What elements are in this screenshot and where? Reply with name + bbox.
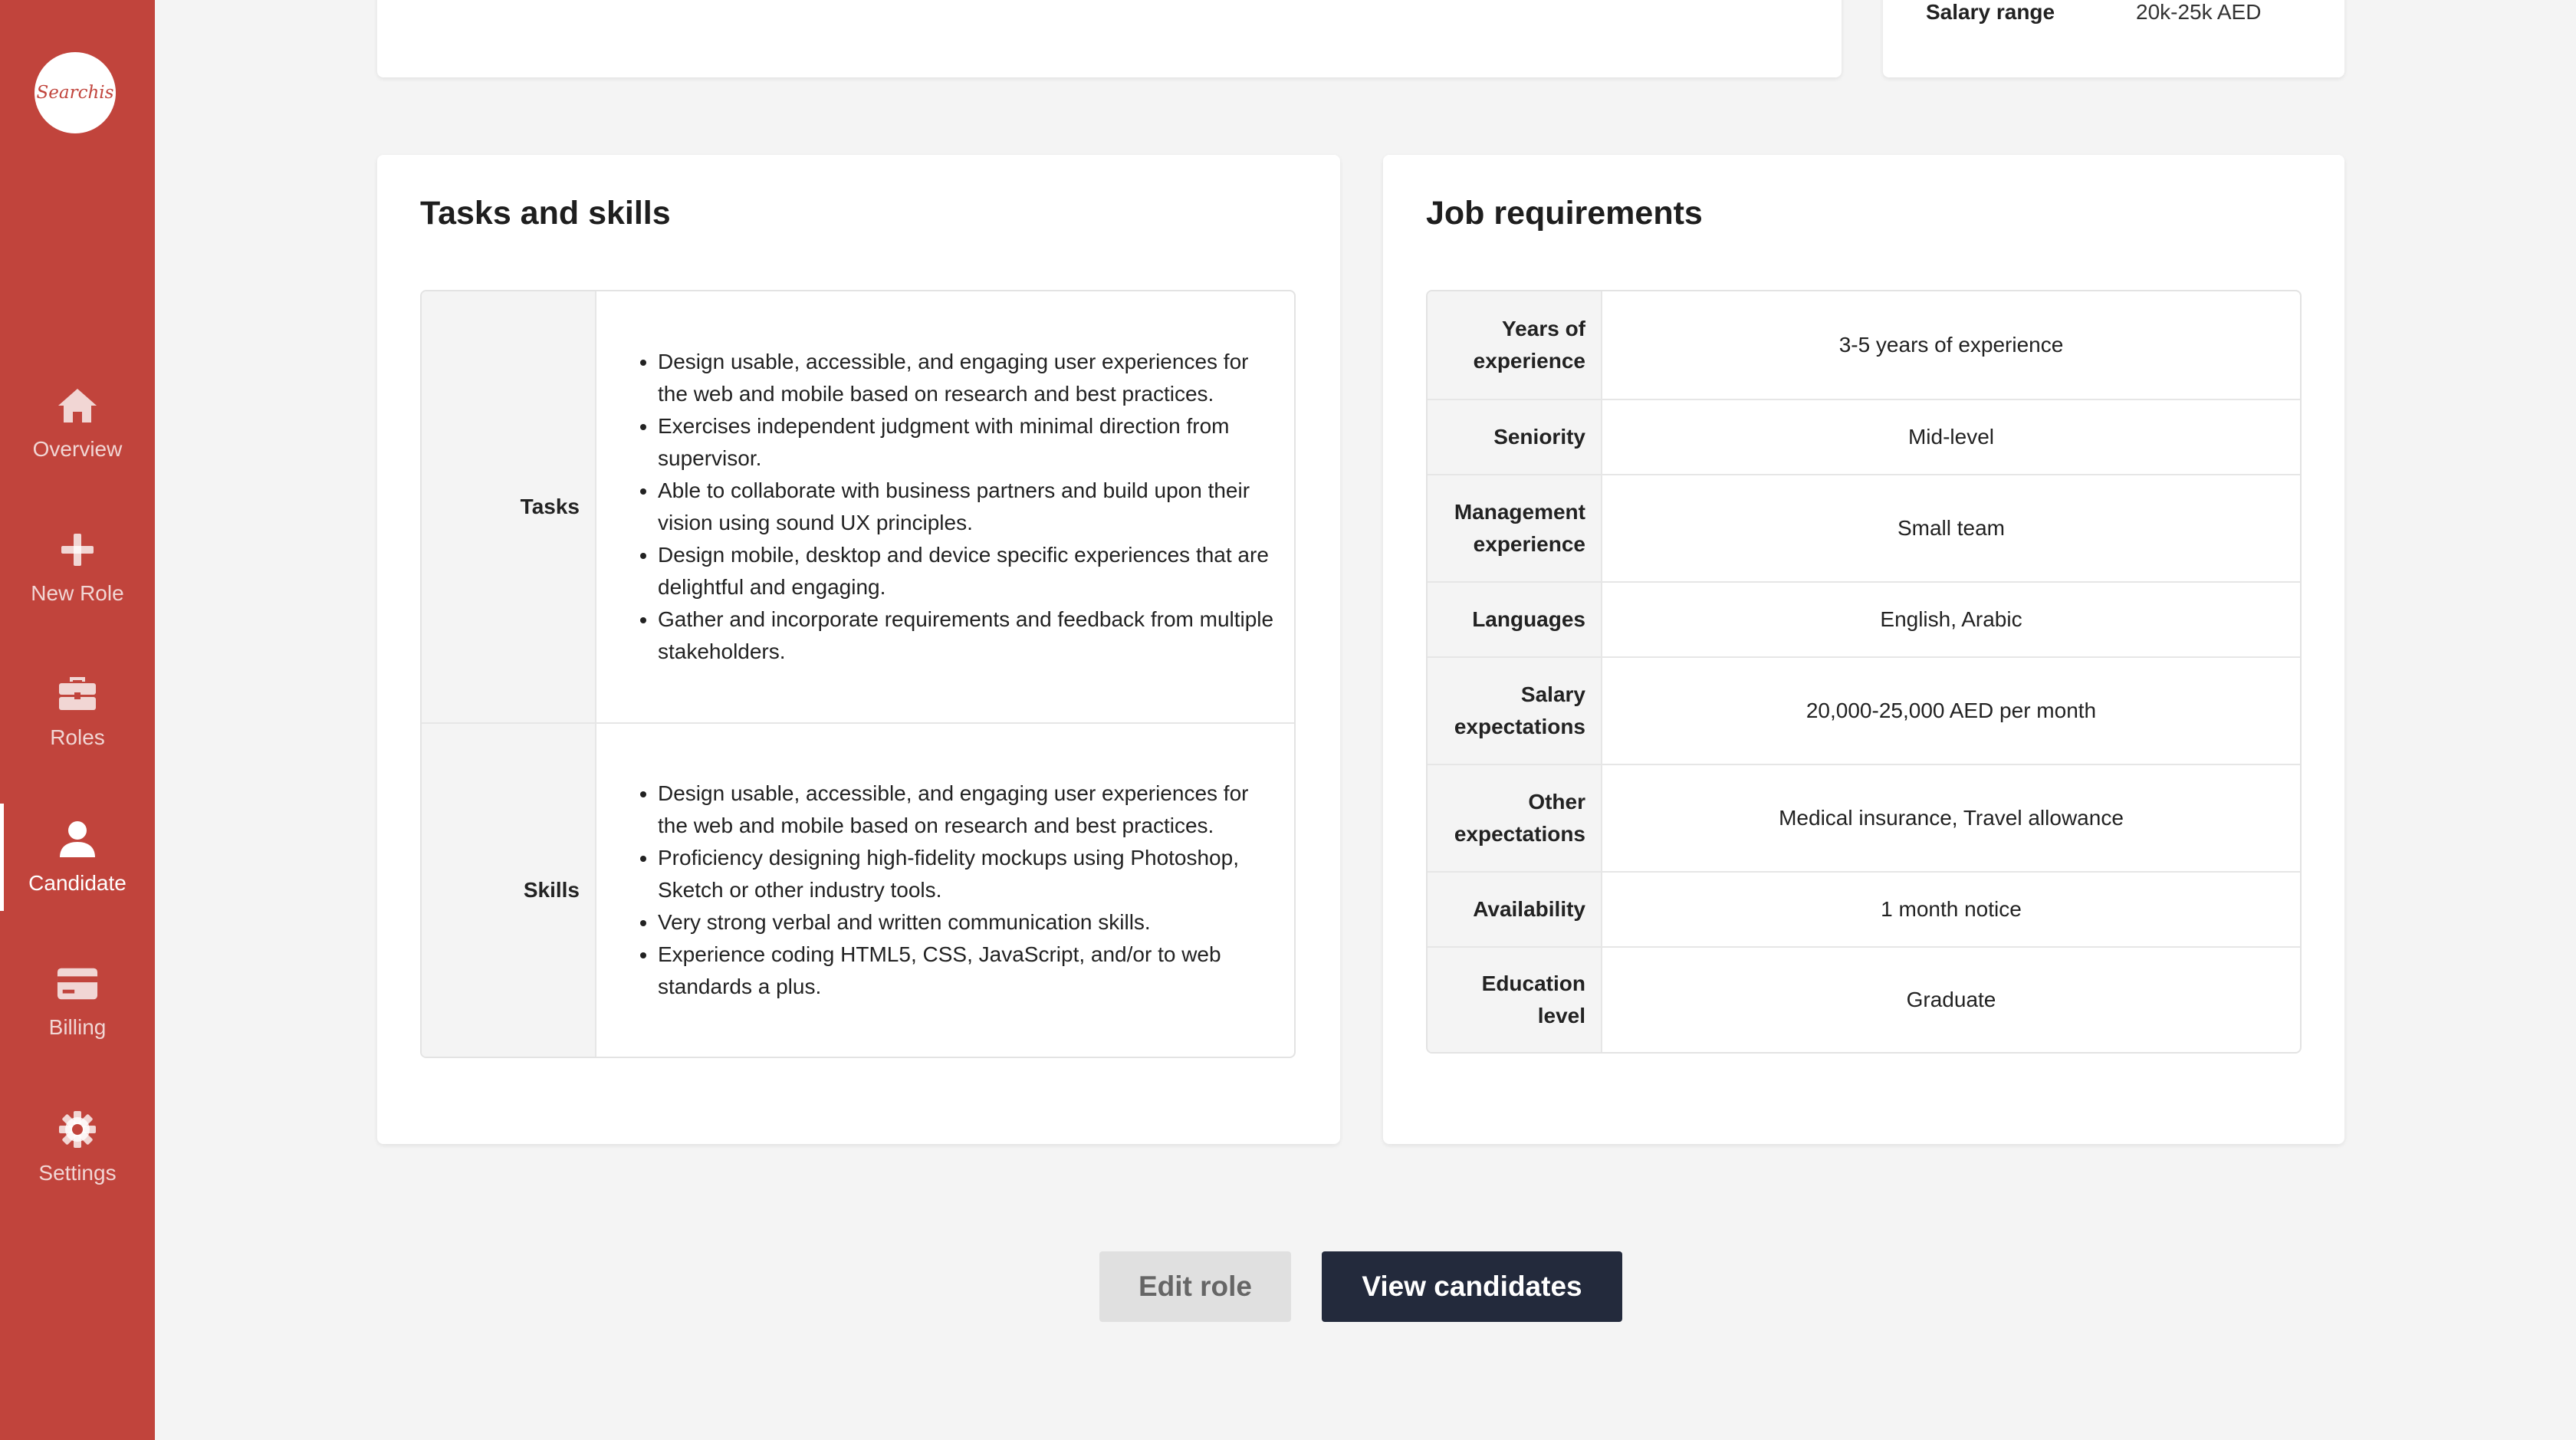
sidebar-item-label: New Role [31, 581, 124, 605]
logo[interactable]: Searchis [34, 52, 116, 133]
table-row: Seniority Mid-level [1428, 399, 2300, 474]
skills-label: Skills [422, 724, 596, 1057]
tasks-list-cell: Design usable, accessible, and engaging … [596, 291, 1294, 722]
home-icon [57, 385, 98, 426]
role-summary-card [377, 0, 1842, 77]
tasks-label: Tasks [422, 291, 596, 722]
list-item: Able to collaborate with business partne… [658, 475, 1276, 539]
list-item: Gather and incorporate requirements and … [658, 603, 1276, 668]
row-label: Availability [1428, 873, 1602, 946]
view-candidates-button[interactable]: View candidates [1322, 1251, 1622, 1322]
row-value: Mid-level [1907, 425, 1995, 449]
list-item: Design usable, accessible, and engaging … [658, 346, 1276, 410]
tasks-skills-title: Tasks and skills [420, 195, 671, 232]
user-icon [57, 819, 98, 860]
sidebar-item-label: Settings [38, 1161, 117, 1185]
edit-role-button[interactable]: Edit role [1099, 1251, 1291, 1322]
table-row: Availability 1 month notice [1428, 871, 2300, 946]
sidebar-item-new-role[interactable]: New Role [0, 514, 155, 621]
tasks-skills-table: Tasks Design usable, accessible, and eng… [420, 290, 1296, 1058]
tasks-skills-card: Tasks and skills Tasks Design usable, ac… [377, 155, 1340, 1144]
sidebar-item-label: Roles [50, 725, 105, 749]
skills-list-cell: Design usable, accessible, and engaging … [596, 724, 1294, 1057]
tasks-list: Design usable, accessible, and engaging … [627, 346, 1276, 668]
list-item: Experience coding HTML5, CSS, JavaScript… [658, 939, 1276, 1003]
credit-card-icon [57, 963, 98, 1004]
table-row: Management experience Small team [1428, 474, 2300, 581]
job-requirements-table: Years of experience 3-5 years of experie… [1426, 290, 2302, 1054]
list-item: Very strong verbal and written communica… [658, 906, 1276, 939]
row-value: 20,000-25,000 AED per month [1806, 699, 2097, 722]
row-label: Education level [1428, 948, 1602, 1052]
sidebar-item-billing[interactable]: Billing [0, 948, 155, 1055]
list-item: Proficiency designing high-fidelity mock… [658, 842, 1276, 906]
salary-range-value: 20k-25k AED [2136, 0, 2262, 24]
sidebar-item-label: Billing [48, 1015, 107, 1039]
row-label: Management experience [1428, 475, 1602, 581]
table-row: Years of experience 3-5 years of experie… [1428, 291, 2300, 399]
table-row: Salary expectations 20,000-25,000 AED pe… [1428, 656, 2300, 764]
row-label: Years of experience [1428, 291, 1602, 399]
gear-icon [57, 1109, 98, 1150]
row-value: 3-5 years of experience [1838, 333, 2064, 357]
row-value: English, Arabic [1880, 607, 2022, 631]
briefcase-icon [57, 673, 98, 715]
plus-icon [57, 529, 98, 570]
skills-list: Design usable, accessible, and engaging … [627, 778, 1276, 1003]
row-label: Other expectations [1428, 765, 1602, 871]
table-row: Tasks Design usable, accessible, and eng… [422, 291, 1294, 722]
table-row: Skills Design usable, accessible, and en… [422, 722, 1294, 1057]
row-label: Seniority [1428, 400, 1602, 474]
sidebar-item-overview[interactable]: Overview [0, 370, 155, 477]
table-row: Other expectations Medical insurance, Tr… [1428, 764, 2300, 871]
row-label: Salary expectations [1428, 658, 1602, 764]
sidebar-item-roles[interactable]: Roles [0, 658, 155, 765]
list-item: Design usable, accessible, and engaging … [658, 778, 1276, 842]
row-value: 1 month notice [1881, 897, 2022, 921]
salary-card: Salary range 20k-25k AED [1883, 0, 2344, 77]
job-requirements-card: Job requirements Years of experience 3-5… [1383, 155, 2344, 1144]
list-item: Design mobile, desktop and device specif… [658, 539, 1276, 603]
table-row: Education level Graduate [1428, 946, 2300, 1052]
sidebar-item-label: Overview [32, 437, 123, 461]
row-value: Medical insurance, Travel allowance [1779, 806, 2124, 830]
row-label: Languages [1428, 583, 1602, 656]
table-row: Languages English, Arabic [1428, 581, 2300, 656]
row-value: Small team [1897, 516, 2006, 540]
salary-range-label: Salary range [1926, 0, 2055, 24]
job-requirements-title: Job requirements [1426, 195, 1703, 232]
row-value: Graduate [1906, 988, 1996, 1011]
sidebar-item-settings[interactable]: Settings [0, 1093, 155, 1201]
sidebar-item-label: Candidate [28, 871, 127, 895]
list-item: Exercises independent judgment with mini… [658, 410, 1276, 475]
sidebar-item-candidate[interactable]: Candidate [0, 804, 155, 911]
sidebar: Searchis Overview New Role Roles Candida… [0, 0, 155, 1440]
